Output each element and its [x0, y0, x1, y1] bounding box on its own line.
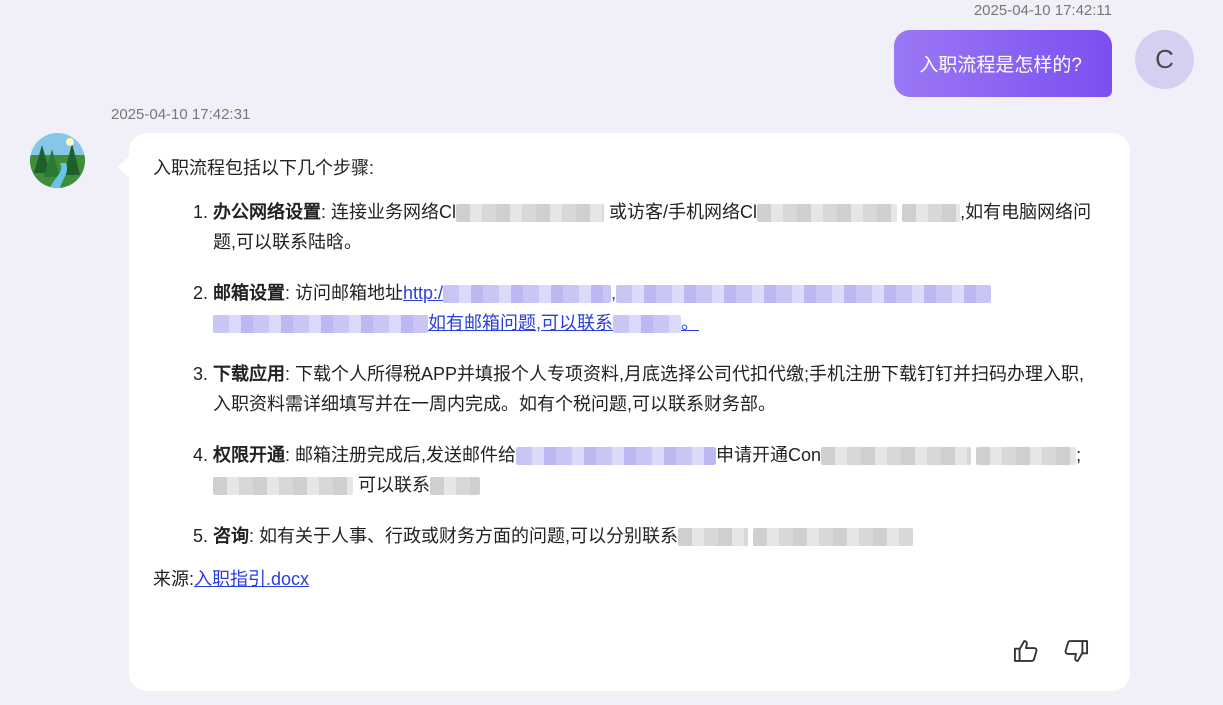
redacted-text: [976, 447, 1077, 466]
user-message-timestamp: 2025-04-10 17:42:11: [973, 2, 1112, 19]
step-text: 邮箱注册完成后,发送邮件给: [295, 445, 517, 465]
step-title: 下载应用: [213, 364, 285, 384]
bot-intro-text: 入职流程包括以下几个步骤:: [153, 158, 374, 178]
step-title: 办公网络设置: [213, 202, 321, 222]
redacted-text: [456, 204, 605, 223]
step-separator: :: [321, 202, 327, 222]
step-text: 连接业务网络Cl: [331, 202, 457, 222]
step-separator: :: [285, 283, 291, 303]
user-avatar: C: [1135, 30, 1194, 89]
step-title: 邮箱设置: [213, 283, 285, 303]
step-text: 下载个人所得税APP并填报个人专项资料,月底选择公司代扣代缴;手机注册下载钉钉并…: [213, 364, 1085, 414]
list-item: 权限开通: 邮箱注册完成后,发送邮件给 申请开通Con ; 可以联系: [213, 440, 1106, 500]
bot-message-card: 入职流程包括以下几个步骤: 办公网络设置: 连接业务网络Cl 或访客/手机网络C…: [117, 133, 1130, 691]
redacted-email: [516, 447, 717, 466]
thumbs-down-icon[interactable]: [1062, 637, 1090, 665]
step-separator: :: [285, 364, 291, 384]
list-item: 下载应用: 下载个人所得税APP并填报个人专项资料,月底选择公司代扣代缴;手机注…: [213, 359, 1106, 419]
redacted-text: [678, 528, 749, 547]
step-separator: :: [249, 526, 255, 546]
redacted-text: [757, 204, 898, 223]
bot-avatar: [30, 133, 85, 188]
source-document-link[interactable]: 入职指引.docx: [194, 569, 309, 589]
bot-message-timestamp: 2025-04-10 17:42:31: [111, 106, 251, 123]
steps-list: 办公网络设置: 连接业务网络Cl 或访客/手机网络Cl ,如有电脑网络问题,可以…: [153, 197, 1106, 551]
step-text: 申请开通Con: [716, 445, 822, 465]
source-label: 来源:: [153, 569, 195, 589]
step-text: 可以联系: [358, 475, 431, 495]
user-message-text: 入职流程是怎样的?: [919, 55, 1082, 76]
redacted-text: [213, 477, 353, 496]
redacted-text: [430, 477, 481, 496]
redacted-text: [753, 528, 914, 547]
step-text: ;: [1076, 445, 1082, 465]
list-item: 邮箱设置: 访问邮箱地址http:/,如有邮箱问题,可以联系。: [213, 278, 1106, 338]
list-item: 办公网络设置: 连接业务网络Cl 或访客/手机网络Cl ,如有电脑网络问题,可以…: [213, 197, 1106, 257]
step-title: 咨询: [213, 526, 249, 546]
step-title: 权限开通: [213, 445, 285, 465]
step-text: 或访客/手机网络Cl: [609, 202, 758, 222]
user-message-bubble: 入职流程是怎样的?: [894, 30, 1112, 97]
step-separator: :: [285, 445, 291, 465]
thumbs-up-icon[interactable]: [1012, 637, 1040, 665]
list-item: 咨询: 如有关于人事、行政或财务方面的问题,可以分别联系: [213, 521, 1106, 551]
step-text: 访问邮箱地址: [295, 283, 404, 303]
user-avatar-letter: C: [1155, 44, 1174, 74]
step-text: 如有关于人事、行政或财务方面的问题,可以分别联系: [259, 526, 679, 546]
source-line: 来源:入职指引.docx: [153, 564, 1106, 594]
redacted-text: [821, 447, 972, 466]
redacted-text: [902, 204, 961, 223]
feedback-actions: [1012, 637, 1090, 665]
